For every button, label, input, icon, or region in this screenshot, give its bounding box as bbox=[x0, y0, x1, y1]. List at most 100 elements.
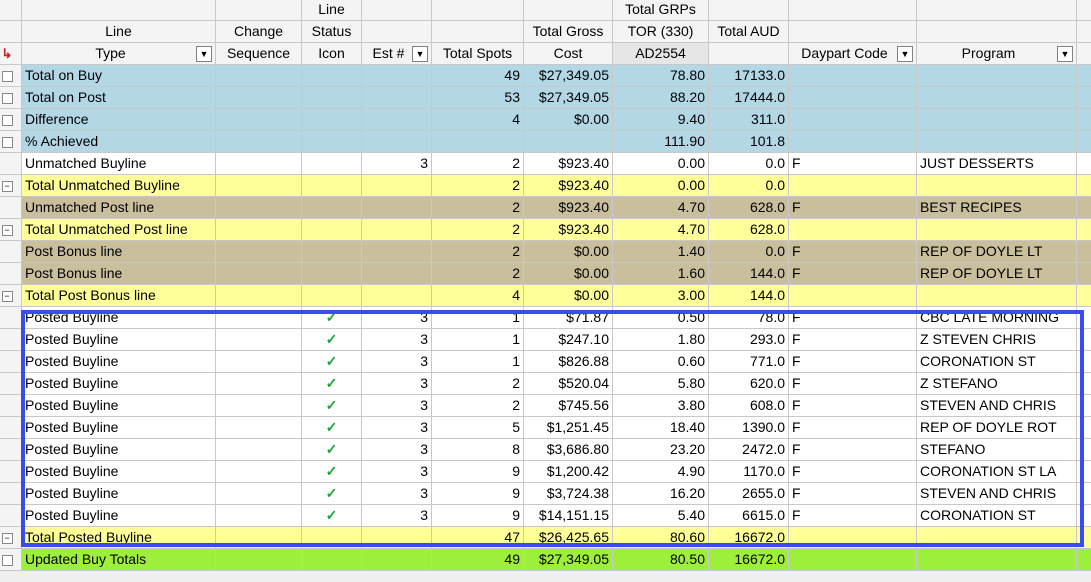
table-row[interactable]: Unmatched Buyline 3 2 $923.40 0.00 0.0 F JUST D… bbox=[0, 152, 1091, 175]
cell-seq bbox=[215, 328, 302, 351]
cell-program bbox=[916, 218, 1077, 241]
row-control[interactable] bbox=[0, 328, 22, 351]
row-control[interactable]: − bbox=[0, 284, 22, 307]
cell-icon bbox=[301, 526, 362, 549]
cell-aud: 2655.0 bbox=[708, 482, 789, 505]
cell-aud: 0.0 bbox=[708, 152, 789, 175]
cell-daypart bbox=[788, 548, 917, 571]
table-row[interactable]: − Total Unmatched Post line 2 $923.40 4.70 62… bbox=[0, 218, 1091, 241]
table-row[interactable]: − Total Posted Buyline 47 $26,425.65 80.60 16… bbox=[0, 526, 1091, 549]
header-est[interactable]: Est # ▼ bbox=[361, 42, 432, 65]
cell-est bbox=[361, 240, 432, 263]
cell-type: Updated Buy Totals bbox=[21, 548, 216, 571]
table-row[interactable]: Post Bonus line 2 $0.00 1.40 0.0 F REP OF DOYL… bbox=[0, 240, 1091, 263]
cell-tor: 4.70 bbox=[612, 218, 709, 241]
row-control[interactable] bbox=[0, 460, 22, 483]
table-row[interactable]: Posted Buyline ✓ 3 8 $3,686.80 23.20 2472.0 F ST… bbox=[0, 438, 1091, 461]
dropdown-arrow-icon[interactable]: ▼ bbox=[196, 46, 212, 62]
cell-aud: 101.8 bbox=[708, 130, 789, 153]
checkbox-icon[interactable] bbox=[1, 136, 13, 148]
table-row[interactable]: Posted Buyline ✓ 3 9 $14,151.15 5.40 6615.0 F CO… bbox=[0, 504, 1091, 527]
row-control[interactable] bbox=[0, 86, 22, 109]
row-control[interactable] bbox=[0, 482, 22, 505]
table-row[interactable]: Updated Buy Totals 49 $27,349.05 80.50 16672… bbox=[0, 548, 1091, 571]
row-control[interactable]: − bbox=[0, 218, 22, 241]
row-control[interactable] bbox=[0, 130, 22, 153]
row-control[interactable] bbox=[0, 350, 22, 373]
table-row[interactable]: Posted Buyline ✓ 3 1 $71.87 0.50 78.0 F CBC LATE… bbox=[0, 306, 1091, 329]
header-type[interactable]: Type ▼ bbox=[21, 42, 216, 65]
row-control[interactable] bbox=[0, 548, 22, 571]
table-row[interactable]: Unmatched Post line 2 $923.40 4.70 628.0 F BES… bbox=[0, 196, 1091, 219]
row-control[interactable] bbox=[0, 504, 22, 527]
cell-aud: 17444.0 bbox=[708, 86, 789, 109]
dropdown-arrow-icon[interactable]: ▼ bbox=[412, 46, 428, 62]
cell-program: CORONATION ST bbox=[916, 350, 1077, 373]
cell-spots: 2 bbox=[431, 196, 524, 219]
cell-cost: $71.87 bbox=[523, 306, 613, 329]
cell-program: JUST DESSERTS bbox=[916, 152, 1077, 175]
row-control[interactable] bbox=[0, 372, 22, 395]
header-ad[interactable]: AD2554 bbox=[612, 42, 709, 65]
row-control[interactable] bbox=[0, 262, 22, 285]
collapse-icon[interactable]: − bbox=[1, 532, 13, 544]
cell-pad bbox=[1076, 504, 1091, 527]
buyline-grid: Line Total GRPs Line Change Status Total… bbox=[0, 0, 1091, 582]
cell-program: CORONATION ST LA bbox=[916, 460, 1077, 483]
cell-est bbox=[361, 130, 432, 153]
table-row[interactable]: Total on Post 53 $27,349.05 88.20 17444.0 bbox=[0, 86, 1091, 109]
cell-type: Total Unmatched Buyline bbox=[21, 174, 216, 197]
table-row[interactable]: − Total Unmatched Buyline 2 $923.40 0.00 0.0 bbox=[0, 174, 1091, 197]
dropdown-arrow-icon[interactable]: ▼ bbox=[1057, 46, 1073, 62]
row-control[interactable] bbox=[0, 240, 22, 263]
cell-seq bbox=[215, 306, 302, 329]
table-row[interactable]: Posted Buyline ✓ 3 2 $520.04 5.80 620.0 F Z STEF… bbox=[0, 372, 1091, 395]
table-row[interactable]: Posted Buyline ✓ 3 9 $3,724.38 16.20 2655.0 F ST… bbox=[0, 482, 1091, 505]
table-row[interactable]: Posted Buyline ✓ 3 2 $745.56 3.80 608.0 F STEVEN… bbox=[0, 394, 1091, 417]
row-control[interactable] bbox=[0, 394, 22, 417]
header-icon[interactable]: Icon bbox=[301, 42, 362, 65]
cell-seq bbox=[215, 196, 302, 219]
collapse-icon[interactable]: − bbox=[1, 290, 13, 302]
collapse-icon[interactable]: − bbox=[1, 180, 13, 192]
row-control[interactable] bbox=[0, 306, 22, 329]
row-control[interactable]: − bbox=[0, 174, 22, 197]
checkbox-icon[interactable] bbox=[1, 114, 13, 126]
checkbox-icon[interactable] bbox=[1, 554, 13, 566]
header-daypart-mid bbox=[788, 20, 917, 43]
table-row[interactable]: − Total Post Bonus line 4 $0.00 3.00 144.0 bbox=[0, 284, 1091, 307]
header-marker[interactable]: ↳ bbox=[0, 42, 22, 65]
dropdown-arrow-icon[interactable]: ▼ bbox=[897, 46, 913, 62]
table-row[interactable]: Total on Buy 49 $27,349.05 78.80 17133.0 bbox=[0, 64, 1091, 87]
header-program[interactable]: Program ▼ bbox=[916, 42, 1077, 65]
row-control[interactable] bbox=[0, 416, 22, 439]
table-row[interactable]: Posted Buyline ✓ 3 9 $1,200.42 4.90 1170.0 F COR… bbox=[0, 460, 1091, 483]
cell-cost: $0.00 bbox=[523, 262, 613, 285]
header-total-spots[interactable]: Total Spots bbox=[431, 42, 524, 65]
row-control[interactable] bbox=[0, 438, 22, 461]
row-control[interactable]: − bbox=[0, 526, 22, 549]
checkbox-icon[interactable] bbox=[1, 92, 13, 104]
row-control[interactable] bbox=[0, 108, 22, 131]
cell-tor: 3.00 bbox=[612, 284, 709, 307]
collapse-icon[interactable]: − bbox=[1, 224, 13, 236]
checkbox-icon[interactable] bbox=[1, 70, 13, 82]
cell-spots: 9 bbox=[431, 504, 524, 527]
header-daypart[interactable]: Daypart Code ▼ bbox=[788, 42, 917, 65]
table-row[interactable]: Post Bonus line 2 $0.00 1.60 144.0 F REP OF DO… bbox=[0, 262, 1091, 285]
table-row[interactable]: Difference 4 $0.00 9.40 311.0 bbox=[0, 108, 1091, 131]
table-row[interactable]: Posted Buyline ✓ 3 1 $826.88 0.60 771.0 F CORONA… bbox=[0, 350, 1091, 373]
header-cost[interactable]: Cost bbox=[523, 42, 613, 65]
header-sequence[interactable]: Sequence bbox=[215, 42, 302, 65]
cell-aud: 628.0 bbox=[708, 218, 789, 241]
row-control[interactable] bbox=[0, 196, 22, 219]
row-control[interactable] bbox=[0, 64, 22, 87]
table-row[interactable]: Posted Buyline ✓ 3 5 $1,251.45 18.40 1390.0 F RE… bbox=[0, 416, 1091, 439]
row-control[interactable] bbox=[0, 152, 22, 175]
cell-spots: 2 bbox=[431, 152, 524, 175]
cell-est: 3 bbox=[361, 350, 432, 373]
cell-tor: 18.40 bbox=[612, 416, 709, 439]
header-pad-mid bbox=[1076, 20, 1091, 43]
table-row[interactable]: % Achieved 111.90 101.8 bbox=[0, 130, 1091, 153]
table-row[interactable]: Posted Buyline ✓ 3 1 $247.10 1.80 293.0 F Z STEV… bbox=[0, 328, 1091, 351]
